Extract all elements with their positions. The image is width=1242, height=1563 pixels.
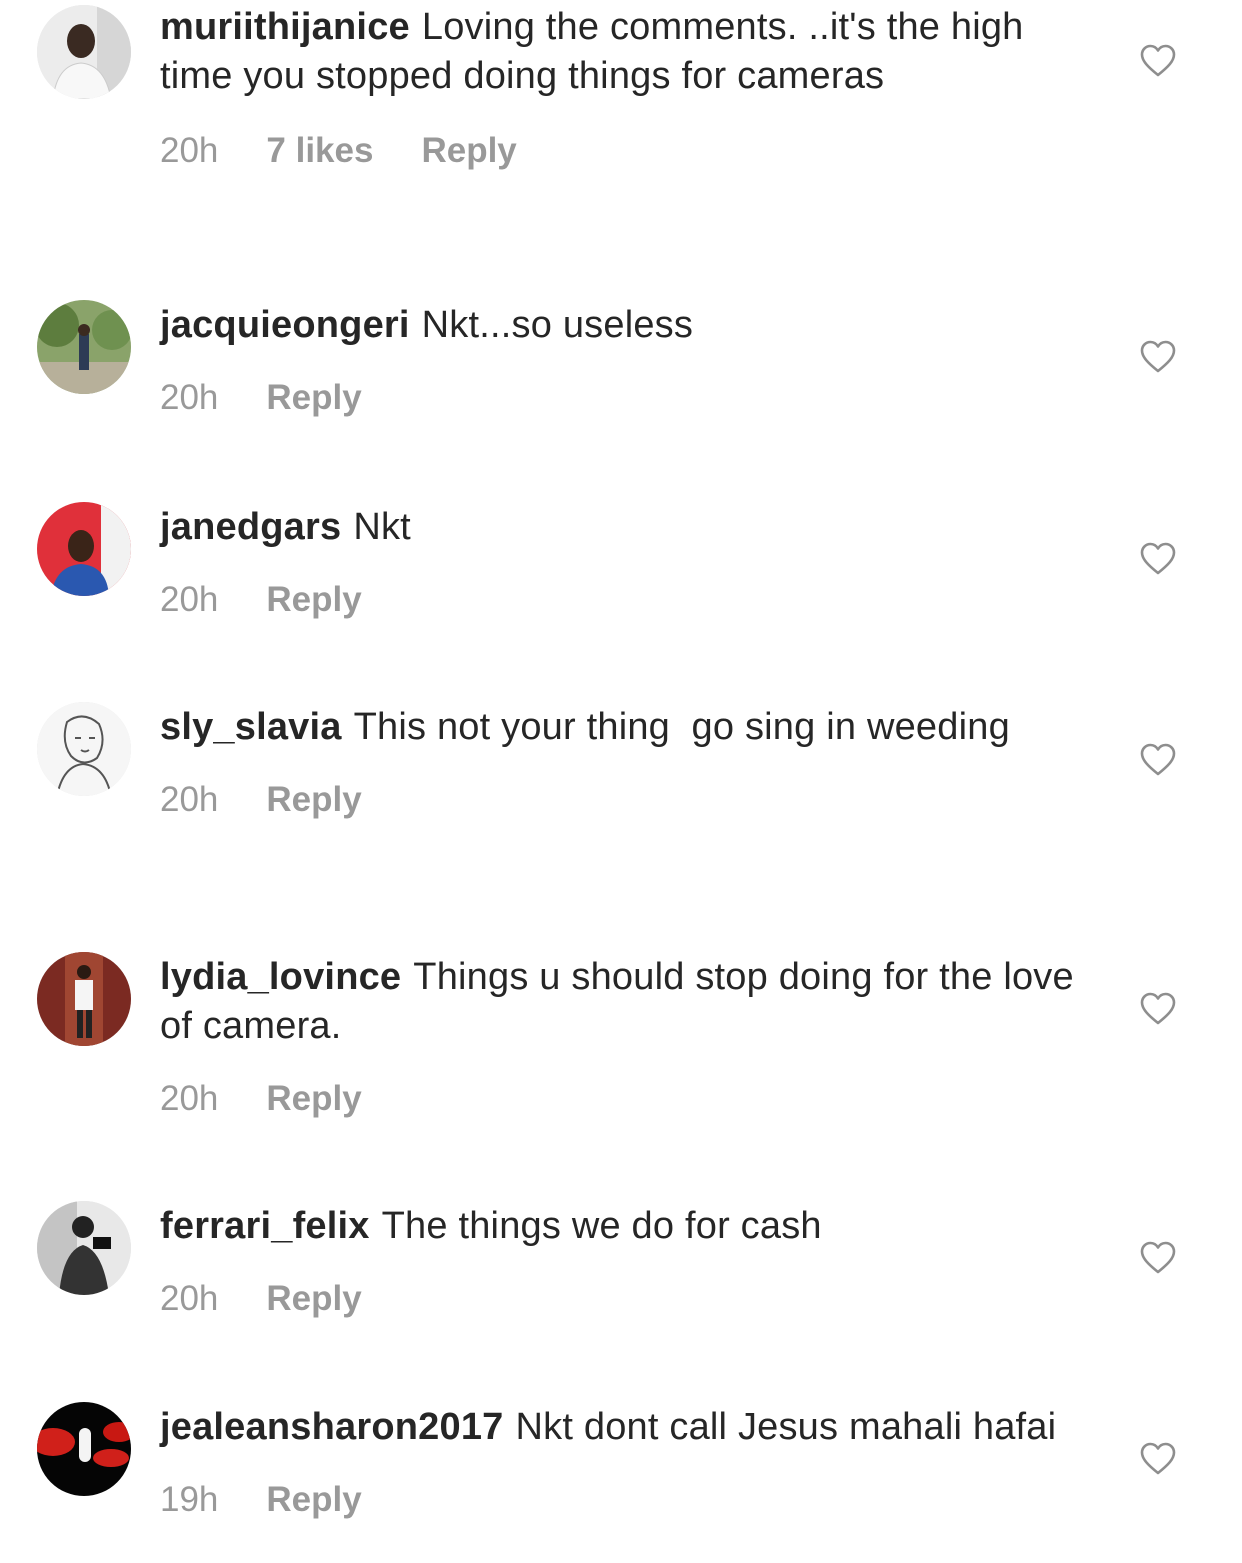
like-heart-icon[interactable] [1140, 992, 1176, 1026]
comment-time: 20h [160, 1279, 219, 1318]
reply-button[interactable]: Reply [266, 1279, 361, 1319]
reply-button[interactable]: Reply [266, 378, 361, 418]
comment-message: Nkt dont call Jesus mahali hafai [515, 1406, 1057, 1448]
comment-text: sly_slavia This not your thing go sing in… [160, 703, 1090, 752]
comment-text: muriithijanice Loving the comments. ..it'… [160, 3, 1090, 101]
comment-message: Nkt [353, 506, 411, 548]
comment-body: sly_slavia This not your thing go sing in… [160, 703, 1090, 820]
comment-meta: 20h Reply [160, 378, 1090, 418]
avatar-photo-icon [37, 1402, 131, 1496]
avatar[interactable] [37, 952, 131, 1046]
comment-text: ferrari_felix The things we do for cash [160, 1202, 1090, 1251]
comment-text: lydia_lovince Things u should stop doing … [160, 953, 1090, 1051]
avatar-photo-icon [37, 300, 131, 394]
comment-body: janedgars Nkt 20h Reply [160, 503, 1090, 620]
avatar[interactable] [37, 5, 131, 99]
comment-time: 20h [160, 580, 219, 619]
comment-body: ferrari_felix The things we do for cash 2… [160, 1202, 1090, 1319]
comment-meta: 19h Reply [160, 1480, 1090, 1520]
comment-meta: 20h Reply [160, 780, 1090, 820]
avatar[interactable] [37, 502, 131, 596]
comment-username[interactable]: sly_slavia [160, 706, 342, 748]
comment-text: jacquieongeri Nkt...so useless [160, 301, 1090, 350]
comment-body: muriithijanice Loving the comments. ..it'… [160, 3, 1090, 171]
like-heart-icon[interactable] [1140, 1241, 1176, 1275]
avatar-photo-icon [37, 502, 131, 596]
avatar[interactable] [37, 300, 131, 394]
comment-meta: 20h 7 likes Reply [160, 131, 1090, 171]
comment-time: 20h [160, 780, 219, 819]
avatar-photo-icon [37, 952, 131, 1046]
reply-button[interactable]: Reply [266, 780, 361, 820]
comment-body: jacquieongeri Nkt...so useless 20h Reply [160, 301, 1090, 418]
comment-message: The things we do for cash [381, 1205, 822, 1247]
like-heart-icon[interactable] [1140, 542, 1176, 576]
comment-message: Nkt...so useless [421, 304, 694, 346]
like-heart-icon[interactable] [1140, 1442, 1176, 1476]
comment-body: lydia_lovince Things u should stop doing … [160, 953, 1090, 1119]
reply-button[interactable]: Reply [266, 580, 361, 620]
comment-text: jealeansharon2017 Nkt dont call Jesus mah… [160, 1403, 1090, 1452]
like-heart-icon[interactable] [1140, 44, 1176, 78]
comment-username[interactable]: jacquieongeri [160, 304, 410, 346]
reply-button[interactable]: Reply [266, 1079, 361, 1119]
avatar[interactable] [37, 702, 131, 796]
reply-button[interactable]: Reply [266, 1480, 361, 1520]
comment-body: jealeansharon2017 Nkt dont call Jesus mah… [160, 1403, 1090, 1520]
comment-username[interactable]: janedgars [160, 506, 341, 548]
comment-time: 20h [160, 378, 219, 417]
comment-time: 20h [160, 1079, 219, 1118]
comment-message: This not your thing go sing in weeding [353, 706, 1010, 748]
avatar-photo-icon [37, 702, 131, 796]
like-heart-icon[interactable] [1140, 743, 1176, 777]
comment-username[interactable]: ferrari_felix [160, 1205, 370, 1247]
comment-time: 19h [160, 1480, 219, 1519]
avatar-photo-icon [37, 5, 131, 99]
comment-meta: 20h Reply [160, 1079, 1090, 1119]
comment-username[interactable]: lydia_lovince [160, 956, 401, 998]
comment-meta: 20h Reply [160, 580, 1090, 620]
reply-button[interactable]: Reply [421, 131, 516, 171]
comment-username[interactable]: muriithijanice [160, 6, 410, 48]
comment-time: 20h [160, 131, 219, 170]
like-heart-icon[interactable] [1140, 340, 1176, 374]
avatar[interactable] [37, 1402, 131, 1496]
comment-username[interactable]: jealeansharon2017 [160, 1406, 504, 1448]
avatar[interactable] [37, 1201, 131, 1295]
avatar-photo-icon [37, 1201, 131, 1295]
comment-text: janedgars Nkt [160, 503, 1090, 552]
comment-likes[interactable]: 7 likes [266, 131, 373, 171]
comment-meta: 20h Reply [160, 1279, 1090, 1319]
